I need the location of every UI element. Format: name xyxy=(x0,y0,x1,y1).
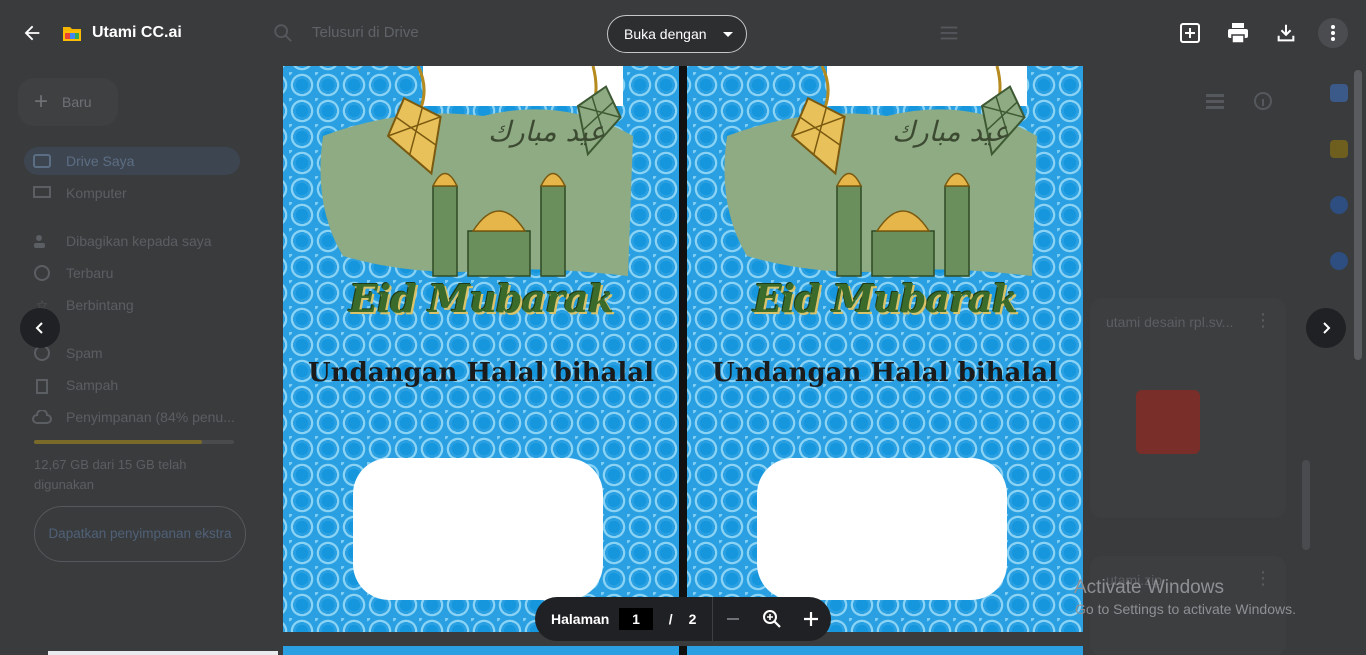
more-vert-icon: ⋮ xyxy=(1254,310,1272,330)
invitation-title: Undangan Halal bihalal xyxy=(308,358,654,388)
sidebar-item-label: Komputer xyxy=(66,185,127,201)
sidebar-item-computers: Komputer xyxy=(24,179,240,207)
contacts-icon xyxy=(1330,252,1348,270)
search-input: Telusuri di Drive xyxy=(312,24,419,41)
minus-icon xyxy=(726,618,739,620)
sidebar-item-storage: Penyimpanan (84% penu... xyxy=(24,403,240,431)
sidebar-item-shared: Dibagikan kepada saya xyxy=(24,227,240,255)
zoom-reset-button[interactable] xyxy=(753,599,792,639)
sidebar-item-recent: Terbaru xyxy=(24,259,240,287)
add-to-drive-icon xyxy=(1180,23,1200,43)
page-total: 2 xyxy=(688,611,697,627)
document-viewer[interactable]: عيد مبارك Eid Mubarak Undangan Halal bih… xyxy=(283,66,1083,632)
svg-text:عيد مبارك: عيد مبارك xyxy=(488,115,605,148)
plus-icon: + xyxy=(34,88,49,115)
open-with-button[interactable]: Buka dengan xyxy=(607,15,747,53)
page-number-input[interactable]: 1 xyxy=(619,608,653,630)
cloud-icon xyxy=(32,407,52,427)
document-page: عيد مبارك Eid Mubarak Undangan Halal bih… xyxy=(283,66,679,632)
sidebar-item-spam: Spam xyxy=(24,339,240,367)
zoom-out-button[interactable] xyxy=(713,599,752,639)
sidebar-item-label: Spam xyxy=(66,345,103,361)
sidebar-item-label: Dibagikan kepada saya xyxy=(66,233,212,249)
calendar-icon xyxy=(1330,84,1348,102)
file-type-icon xyxy=(63,27,81,41)
plus-icon xyxy=(804,612,819,626)
dropdown-caret-icon xyxy=(722,31,733,37)
storage-bar xyxy=(34,440,234,444)
info-icon xyxy=(1254,92,1272,110)
scrollbar xyxy=(1302,460,1310,550)
more-options-button[interactable] xyxy=(1318,18,1348,48)
computer-icon xyxy=(32,183,52,203)
eid-mubarak-title: Eid Mubarak xyxy=(752,276,1018,321)
sidebar-item-trash: Sampah xyxy=(24,371,240,399)
open-with-label: Buka dengan xyxy=(624,26,707,42)
eid-mubarak-title: Eid Mubarak xyxy=(348,276,614,321)
download-button[interactable] xyxy=(1273,20,1299,46)
activate-windows-title: Activate Windows xyxy=(1074,577,1224,598)
page-controls: Halaman 1 / 2 xyxy=(535,597,831,641)
page-label: Halaman xyxy=(551,611,610,627)
more-vert-icon: ⋮ xyxy=(1254,568,1272,588)
photo-placeholder xyxy=(353,458,603,600)
zoom-in-button[interactable] xyxy=(792,599,831,639)
sidebar-item-label: Penyimpanan (84% penu... xyxy=(66,409,235,425)
svg-text:عيد مبارك: عيد مبارك xyxy=(892,115,1009,148)
arrow-left-icon xyxy=(24,25,40,41)
more-vert-icon xyxy=(1331,25,1335,41)
image-thumbnail-icon xyxy=(1136,390,1200,454)
file-title: Utami CC.ai xyxy=(92,24,182,41)
get-storage-button: Dapatkan penyimpanan ekstra xyxy=(34,506,246,562)
keep-icon xyxy=(1330,140,1348,158)
back-button[interactable] xyxy=(18,19,46,47)
clock-icon xyxy=(32,263,52,283)
chevron-left-icon xyxy=(35,322,43,334)
people-icon xyxy=(32,231,52,251)
storage-text: 12,67 GB dari 15 GB telah digunakan xyxy=(34,457,187,492)
file-card: utami desain rpl.sv... ⋮ xyxy=(1090,298,1286,518)
page-separator: / xyxy=(668,611,673,627)
print-button[interactable] xyxy=(1225,20,1251,46)
invitation-title: Undangan Halal bihalal xyxy=(712,358,1058,388)
sidebar-item-label: Terbaru xyxy=(66,265,114,281)
add-shortcut-button[interactable] xyxy=(1177,20,1203,46)
trash-icon xyxy=(32,375,52,395)
document-page: عيد مبارك Eid Mubarak Undangan Halal bih… xyxy=(687,66,1083,632)
new-button: + Baru xyxy=(18,78,118,126)
tasks-icon xyxy=(1330,196,1348,214)
new-button-label: Baru xyxy=(62,94,92,110)
previous-file-button[interactable] xyxy=(20,308,60,348)
page-gap xyxy=(679,646,687,655)
ketupat-mosque-illustration: عيد مبارك xyxy=(320,66,633,277)
activate-windows-subtitle: Go to Settings to activate Windows. xyxy=(1075,601,1296,617)
chevron-right-icon xyxy=(1323,322,1331,334)
next-file-button[interactable] xyxy=(1306,308,1346,348)
photo-placeholder xyxy=(757,458,1007,600)
filter-icon xyxy=(940,26,958,40)
zoom-icon xyxy=(763,610,781,628)
download-icon xyxy=(1277,24,1295,42)
search-icon xyxy=(274,24,292,42)
sidebar-item-my-drive: Drive Saya xyxy=(24,147,240,175)
scrollbar xyxy=(1354,70,1362,360)
sidebar-item-label: Sampah xyxy=(66,377,119,393)
sidebar-item-label: Berbintang xyxy=(66,297,134,313)
taskbar-edge xyxy=(48,651,278,655)
list-view-icon xyxy=(1206,94,1224,109)
sidebar-item-starred: ☆ Berbintang xyxy=(24,291,240,319)
sidebar-item-label: Drive Saya xyxy=(66,153,135,169)
print-icon xyxy=(1228,23,1248,44)
file-name: utami desain rpl.sv... xyxy=(1106,314,1234,330)
storage-fill xyxy=(34,440,202,444)
ketupat-mosque-illustration: عيد مبارك xyxy=(724,66,1037,277)
drive-icon xyxy=(32,151,52,171)
